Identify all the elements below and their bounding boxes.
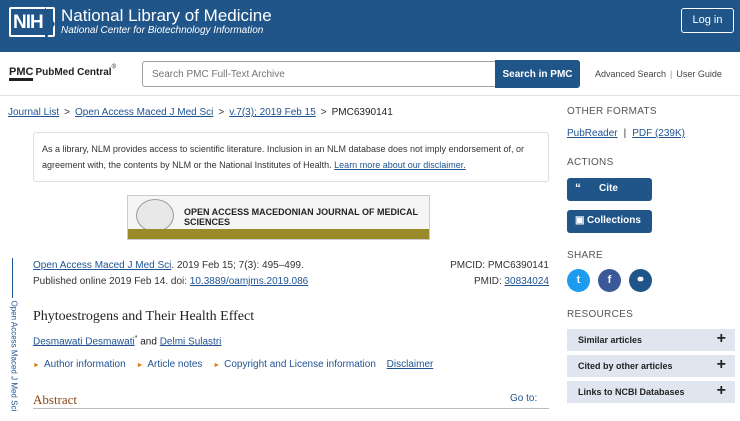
expand-plus-icon: + (716, 356, 726, 373)
expand-plus-icon: + (716, 330, 726, 347)
article-notes-label: Article notes (147, 359, 203, 370)
pubreader-link[interactable]: PubReader (567, 128, 618, 139)
nih-logo[interactable]: NIH (9, 7, 55, 41)
site-subtitle: National Center for Biotechnology Inform… (61, 25, 264, 36)
quote-icon: “ (575, 181, 581, 195)
user-guide-link[interactable]: User Guide (676, 69, 722, 79)
expand-arrow-icon: ► (213, 362, 221, 369)
collections-label: Collections (587, 215, 641, 226)
expand-arrow-icon: ► (136, 362, 144, 369)
abstract-heading: Abstract (33, 392, 78, 407)
similar-articles-label: Similar articles (578, 335, 643, 345)
cited-by-toggle[interactable]: Cited by other articles + (567, 355, 735, 377)
journal-seal-logo (136, 199, 174, 232)
bookmark-icon: ▣ (575, 215, 585, 226)
published-text: Published online 2019 Feb 14. doi: (33, 276, 190, 287)
journal-banner-bar (128, 229, 429, 239)
citation-journal-link[interactable]: Open Access Maced J Med Sci (33, 260, 171, 271)
similar-articles-toggle[interactable]: Similar articles + (567, 329, 735, 351)
collections-button[interactable]: ▣ Collections (567, 210, 652, 233)
pmc-logo[interactable]: PMC PubMed Central® (9, 62, 116, 81)
search-bar: PMCPubMed Central® Search in PMC Advance… (0, 52, 740, 96)
disclaimer-box: As a library, NLM provides access to sci… (33, 132, 549, 182)
breadcrumb-journal-list[interactable]: Journal List (8, 107, 59, 118)
search-button[interactable]: Search in PMC (495, 60, 580, 88)
advanced-search-link[interactable]: Advanced Search (595, 69, 666, 79)
pmid-label: PMID: (473, 276, 505, 287)
search-input[interactable] (142, 61, 496, 87)
published-line: Published online 2019 Feb 14. doi: 10.38… (33, 276, 308, 287)
copyright-toggle[interactable]: ► Copyright and License information (213, 359, 376, 370)
pmid-link[interactable]: 30834024 (505, 276, 550, 287)
expand-plus-icon: + (716, 382, 726, 399)
format-separator: | (623, 128, 627, 139)
abstract-rule (33, 408, 549, 409)
header-bar: NIH National Library of Medicine Nationa… (0, 0, 740, 52)
login-button[interactable]: Log in (681, 8, 734, 33)
citation-date: . 2019 Feb 15; 7(3): 495–499. (171, 260, 304, 271)
pdf-link[interactable]: PDF (239K) (632, 128, 685, 139)
author-link[interactable]: Delmi Sulastri (160, 336, 222, 347)
author-information-label: Author information (43, 359, 126, 370)
disclaimer-link[interactable]: Learn more about our disclaimer. (334, 160, 466, 170)
cite-button[interactable]: “ Cite (567, 178, 652, 201)
article-title: Phytoestrogens and Their Health Effect (33, 309, 255, 324)
pmc-logo-box: PMC (9, 66, 34, 81)
copy-link-icon[interactable]: ⚭ (629, 269, 652, 292)
actions-heading: ACTIONS (567, 157, 614, 168)
side-label-text: Open Access Maced J Med Sci (9, 300, 19, 412)
pmid-line: PMID: 30834024 (400, 276, 549, 287)
breadcrumb: Journal List > Open Access Maced J Med Sci… (8, 107, 393, 118)
facebook-share-icon[interactable]: f (598, 269, 621, 292)
breadcrumb-issue[interactable]: v.7(3); 2019 Feb 15 (229, 107, 316, 118)
site-title[interactable]: National Library of Medicine (61, 6, 272, 26)
search-links: Advanced Search | User Guide (595, 69, 722, 79)
pmcid-label: PMCID: PMC6390141 (450, 260, 549, 271)
ncbi-links-label: Links to NCBI Databases (578, 387, 685, 397)
author-and: and (137, 336, 160, 348)
breadcrumb-separator: > (320, 107, 327, 118)
other-formats-heading: OTHER FORMATS (567, 106, 657, 117)
resources-heading: RESOURCES (567, 309, 634, 320)
side-label-line (12, 258, 13, 298)
cited-by-label: Cited by other articles (578, 361, 673, 371)
article-notes-toggle[interactable]: ► Article notes (136, 359, 202, 370)
nih-logo-text: NIH (13, 12, 44, 33)
twitter-share-icon[interactable]: t (567, 269, 590, 292)
doi-link[interactable]: 10.3889/oamjms.2019.086 (190, 276, 308, 287)
pmc-logo-name: PubMed Central (35, 67, 112, 78)
ncbi-links-toggle[interactable]: Links to NCBI Databases + (567, 381, 735, 403)
goto-link[interactable]: Go to: (510, 393, 537, 404)
article-info-links: ► Author information ► Article notes ► Copy… (33, 359, 441, 370)
copyright-label: Copyright and License information (224, 359, 376, 370)
journal-banner[interactable]: OPEN ACCESS MACEDONIAN JOURNAL OF MEDICA… (127, 195, 430, 240)
journal-banner-title: OPEN ACCESS MACEDONIAN JOURNAL OF MEDICA… (184, 207, 418, 227)
author-link[interactable]: Desmawati Desmawati (33, 336, 135, 347)
citation-line: Open Access Maced J Med Sci. 2019 Feb 15… (33, 260, 304, 271)
expand-arrow-icon: ► (33, 362, 40, 369)
disclaimer-article-link[interactable]: Disclaimer (387, 359, 434, 370)
breadcrumb-journal[interactable]: Open Access Maced J Med Sci (75, 107, 213, 118)
share-heading: SHARE (567, 250, 603, 261)
cite-label: Cite (599, 183, 618, 194)
author-information-toggle[interactable]: ► Author information (33, 359, 126, 370)
nih-logo-arrow (45, 7, 55, 41)
journal-side-label: Open Access Maced J Med Sci (6, 258, 20, 416)
breadcrumb-separator: > (64, 107, 70, 118)
pmc-logo-reg: ® (111, 64, 116, 71)
other-formats-links: PubReader | PDF (239K) (567, 128, 685, 139)
link-separator: | (670, 69, 673, 79)
breadcrumb-separator: > (218, 107, 225, 118)
breadcrumb-current: PMC6390141 (331, 107, 393, 118)
author-list: Desmawati Desmawati* and Delmi Sulastri (33, 335, 221, 347)
